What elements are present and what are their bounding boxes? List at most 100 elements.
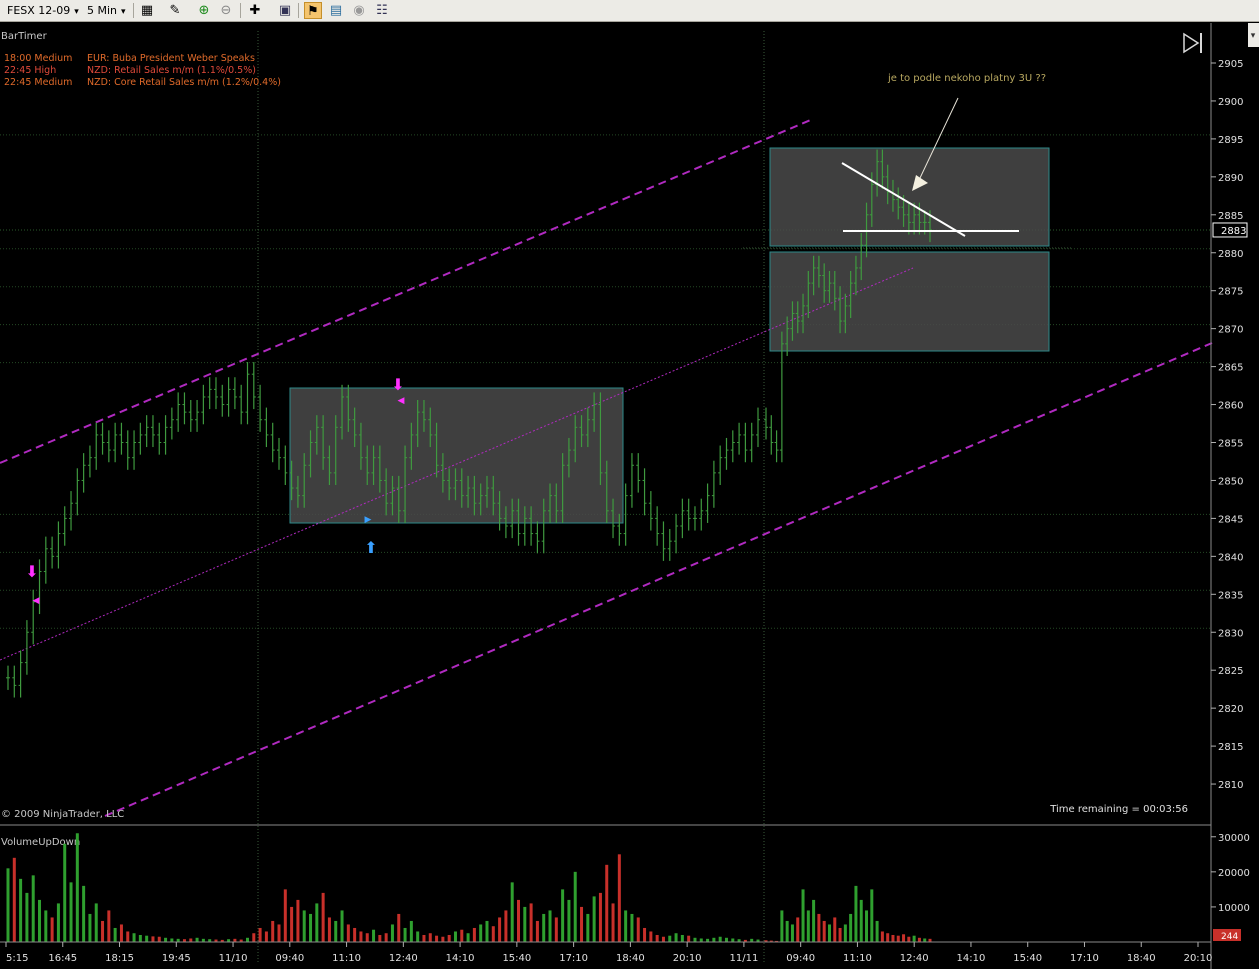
time-tick-label: 17:10 [1070,953,1099,964]
volume-bar [44,910,48,942]
chart-area[interactable]: ⬇ ◀ ⬇ ◀ ⬆ ▶ 18:00 Medium EUR: Buba Presid… [0,23,1259,969]
time-tick-label: 18:15 [105,953,134,964]
volume-bar [491,926,495,942]
volume-bar [674,933,678,942]
volume-bar [447,934,451,942]
price-tick-label: 2815 [1218,742,1243,753]
volume-bar [827,924,831,942]
volume-bar [636,917,640,942]
price-tick-label: 2905 [1218,59,1243,70]
volume-bar [849,913,853,942]
volume-bar [712,937,716,942]
volume-bar [843,924,847,942]
copyright-text: © 2009 NinjaTrader, LLC [1,809,124,820]
strategy-icon[interactable]: ⚑ [304,2,322,19]
time-tick-label: 15:40 [1013,953,1042,964]
volume-bar [517,899,521,942]
volume-bar [731,938,735,942]
time-tick-label: 5:15 [6,953,28,964]
volume-bar [580,906,584,942]
volume-bar [466,933,470,942]
volume-bar [327,917,331,942]
time-tick-label: 19:45 [162,953,191,964]
volume-bar [649,931,653,942]
volume-bar [875,920,879,942]
volume-bar [785,920,789,942]
volume-bar [680,934,684,942]
volume-bar [833,917,837,942]
volume-bar [592,896,596,942]
time-tick-label: 14:10 [957,953,986,964]
volume-bar [346,924,350,942]
zoom-out-icon[interactable]: ⊖ [217,2,235,19]
sell-marker-icon: ◀ [398,396,405,406]
volume-bar [561,889,565,942]
volume-bar [907,936,911,942]
volume-bar [435,935,439,942]
time-tick-label: 11:10 [843,953,872,964]
volume-bar [655,934,659,942]
volume-bar [157,936,161,942]
range-box-left[interactable] [289,387,624,524]
volume-bar [441,936,445,942]
volume-bar [6,868,10,942]
volume-bar [170,938,174,942]
volume-bar [838,927,842,942]
volume-bar [189,938,193,942]
hide-drawings-icon[interactable]: ◉ [350,2,368,19]
volume-bar [397,913,401,942]
chart-background [0,23,1259,969]
range-box-lower[interactable] [769,251,1050,352]
volume-bar [340,910,344,942]
volume-bar [145,935,149,942]
volume-bar [94,903,98,942]
zoom-in-icon[interactable]: ⊕ [195,2,213,19]
crosshair-icon[interactable]: ✚ [246,2,264,19]
volume-bar [107,910,111,942]
news-time: 18:00 Medium [4,53,72,64]
volume-bar [880,931,884,942]
data-box-icon[interactable]: ▣ [276,2,294,19]
volume-bar [624,910,628,942]
chevron-down-icon[interactable]: ▾ [1251,31,1256,41]
news-time: 22:45 Medium [4,77,72,88]
volume-bar [896,935,900,942]
volume-indicator-label: VolumeUpDown [1,837,80,848]
volume-bar [252,933,256,942]
volume-bar [917,937,921,942]
volume-bar [359,931,363,942]
volume-bar [416,931,420,942]
volume-bar [309,913,313,942]
time-tick-label: 09:40 [786,953,815,964]
news-headline: EUR: Buba President Weber Speaks [87,53,255,64]
time-tick-label: 09:40 [275,953,304,964]
instrument-selector[interactable]: FESX 12-09 [4,2,82,19]
price-tick-label: 2845 [1218,514,1243,525]
volume-bar [56,903,60,942]
chart-properties-icon[interactable]: ▤ [327,2,345,19]
interval-selector[interactable]: 5 Min [84,2,129,19]
volume-bar [69,882,73,942]
price-tick-label: 2855 [1218,439,1243,450]
volume-bar [403,927,407,942]
buy-arrow-icon: ⬆ [364,538,377,557]
volume-bar [611,903,615,942]
instrument-list-icon[interactable]: ☷ [373,2,391,19]
draw-pencil-icon[interactable]: ✎ [166,2,184,19]
volume-bar [82,885,86,942]
news-headline: NZD: Retail Sales m/m (1.1%/0.5%) [87,65,256,76]
volume-bar [38,899,42,942]
volume-bar [409,920,413,942]
volume-bar [472,927,476,942]
volume-bar [859,899,863,942]
volume-current-label: 244 [1221,932,1238,942]
volume-bar [460,929,464,942]
volume-bar [687,935,691,942]
volume-bar [321,892,325,942]
volume-bar [535,920,539,942]
bar-type-icon[interactable]: ▦ [138,2,156,19]
volume-bar [801,889,805,942]
volume-bar [271,920,275,942]
drawing-annotation[interactable]: je to podle nekoho platny 3U ?? [887,73,1046,84]
volume-bar [817,913,821,942]
